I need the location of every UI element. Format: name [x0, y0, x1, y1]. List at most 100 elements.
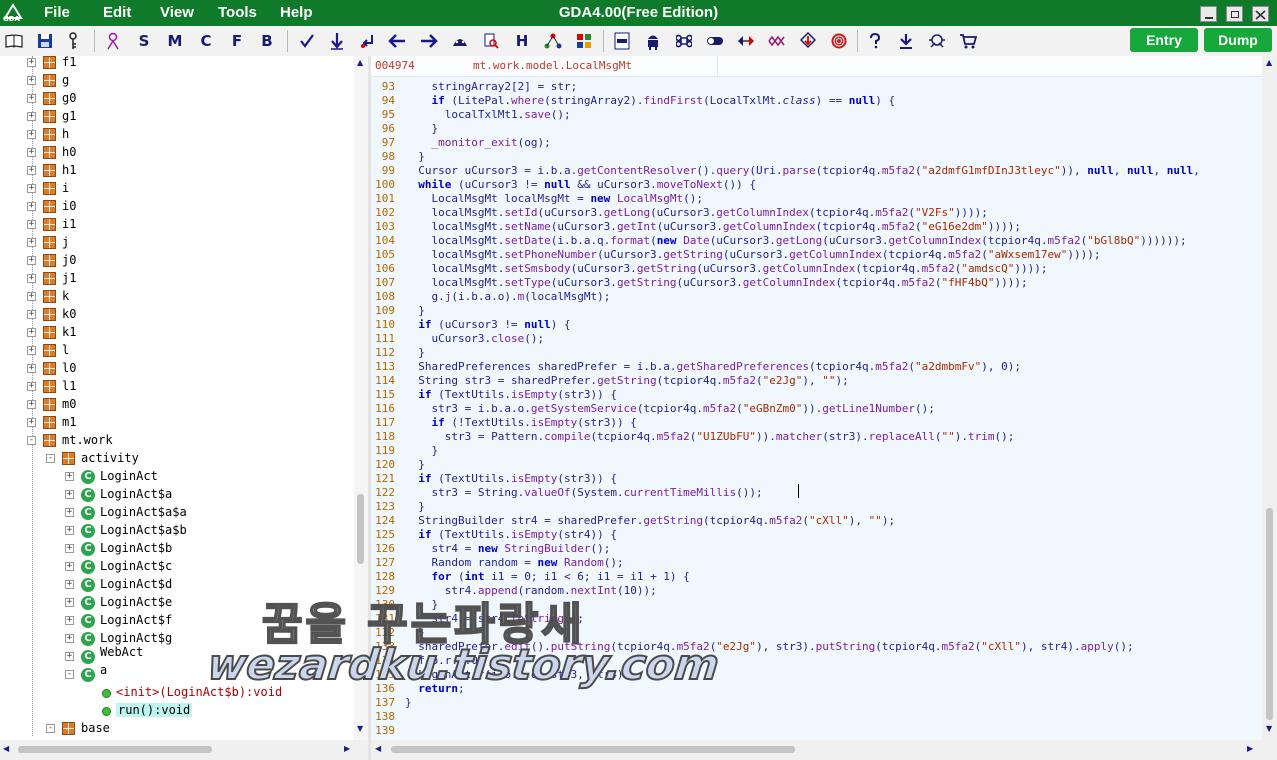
tree-item-package[interactable]: + k: [0, 288, 354, 306]
tree-item-class[interactable]: + C LoginAct$c: [0, 558, 354, 576]
expand-icon[interactable]: +: [65, 526, 74, 535]
F-button[interactable]: F: [226, 30, 248, 52]
tree-item-package[interactable]: + i0: [0, 198, 354, 216]
tree-item-class[interactable]: + C LoginAct$a$a: [0, 504, 354, 522]
expand-icon[interactable]: +: [27, 148, 36, 157]
expand-icon[interactable]: +: [65, 490, 74, 499]
jump-button[interactable]: [357, 30, 379, 52]
tree-item-package[interactable]: + g: [0, 72, 354, 90]
open-book-button[interactable]: [3, 30, 25, 52]
expand-icon[interactable]: +: [27, 418, 36, 427]
tree-item-mt-work[interactable]: - mt.work: [0, 432, 354, 450]
collapse-icon[interactable]: -: [46, 724, 55, 733]
help-button[interactable]: [864, 30, 886, 52]
expand-icon[interactable]: +: [65, 508, 74, 517]
save-button[interactable]: [34, 30, 56, 52]
dump-button[interactable]: Dump: [1204, 28, 1272, 52]
expand-icon[interactable]: +: [65, 598, 74, 607]
expand-icon[interactable]: +: [27, 94, 36, 103]
H-button[interactable]: H: [511, 30, 533, 52]
expand-icon[interactable]: +: [27, 130, 36, 139]
tree-item-package[interactable]: + l0: [0, 360, 354, 378]
strings-button[interactable]: [102, 30, 124, 52]
tree-item-activity[interactable]: - activity: [0, 450, 354, 468]
expand-icon[interactable]: +: [27, 202, 36, 211]
tree-item-package[interactable]: + h: [0, 126, 354, 144]
checkmark-button[interactable]: [296, 30, 318, 52]
forward-button[interactable]: [418, 30, 440, 52]
scroll-up-icon[interactable]: ▲: [1266, 58, 1272, 67]
code-vscrollbar[interactable]: ▲ ▼: [1262, 56, 1277, 740]
expand-icon[interactable]: +: [27, 256, 36, 265]
tree-item-package[interactable]: + k1: [0, 324, 354, 342]
tree-item-method-run[interactable]: run():void: [0, 702, 354, 720]
scroll-left-icon[interactable]: ◀: [375, 744, 381, 753]
tree-item-base[interactable]: - base: [0, 720, 354, 738]
xref-down-button[interactable]: [326, 30, 348, 52]
download-button[interactable]: [895, 30, 917, 52]
tree-item-class[interactable]: + C LoginAct$a$b: [0, 522, 354, 540]
xml-button[interactable]: [611, 30, 633, 52]
search-button[interactable]: [480, 30, 502, 52]
decrypt-button[interactable]: [797, 30, 819, 52]
expand-icon[interactable]: +: [27, 382, 36, 391]
tree-hscrollbar[interactable]: ◀ ▶: [0, 740, 368, 760]
expand-icon[interactable]: +: [65, 580, 74, 589]
expand-icon[interactable]: +: [27, 238, 36, 247]
convert-button[interactable]: [735, 30, 757, 52]
expand-icon[interactable]: +: [27, 310, 36, 319]
tree-item-package[interactable]: + g1: [0, 108, 354, 126]
tree-item-package[interactable]: + h0: [0, 144, 354, 162]
scroll-right-icon[interactable]: ▶: [344, 744, 350, 753]
expand-icon[interactable]: +: [27, 184, 36, 193]
expand-icon[interactable]: +: [27, 364, 36, 373]
expand-icon[interactable]: +: [27, 400, 36, 409]
code-scroll-thumb[interactable]: [1266, 508, 1273, 720]
expand-icon[interactable]: +: [65, 616, 74, 625]
tree-item-class[interactable]: + C LoginAct$a: [0, 486, 354, 504]
key-button[interactable]: [62, 30, 84, 52]
expand-icon[interactable]: +: [65, 652, 74, 661]
tree-item-package[interactable]: + j: [0, 234, 354, 252]
tree-item-package[interactable]: + m1: [0, 414, 354, 432]
android-manifest-button[interactable]: [449, 30, 471, 52]
code-hscrollbar[interactable]: ◀ ▶: [371, 740, 1277, 760]
tree-hscroll-thumb[interactable]: [18, 746, 212, 753]
C-button[interactable]: C: [195, 30, 217, 52]
menu-tools[interactable]: Tools: [218, 4, 257, 21]
scroll-right-icon[interactable]: ▶: [1247, 744, 1253, 753]
color-grid-button[interactable]: [573, 30, 595, 52]
expand-icon[interactable]: +: [27, 76, 36, 85]
collapse-icon[interactable]: -: [46, 454, 55, 463]
tree-item-package[interactable]: + j1: [0, 270, 354, 288]
tree-item-package[interactable]: + l: [0, 342, 354, 360]
code-hscroll-thumb[interactable]: [391, 746, 795, 753]
expand-icon[interactable]: +: [65, 634, 74, 643]
tree-item-package[interactable]: + i: [0, 180, 354, 198]
expand-icon[interactable]: +: [27, 328, 36, 337]
close-button[interactable]: [1252, 6, 1269, 22]
expand-icon[interactable]: +: [27, 58, 36, 67]
B-button[interactable]: B: [256, 30, 278, 52]
expand-icon[interactable]: +: [27, 292, 36, 301]
tree-item-class[interactable]: + C LoginAct: [0, 468, 354, 486]
tree-item-package[interactable]: + i1: [0, 216, 354, 234]
expand-icon[interactable]: +: [27, 346, 36, 355]
minimize-button[interactable]: [1200, 6, 1217, 22]
expand-icon[interactable]: +: [65, 562, 74, 571]
entry-button[interactable]: Entry: [1130, 28, 1198, 52]
dna-button[interactable]: [766, 30, 788, 52]
tree-item-package[interactable]: + j0: [0, 252, 354, 270]
menu-edit[interactable]: Edit: [103, 4, 131, 21]
expand-icon[interactable]: +: [27, 112, 36, 121]
tree-item-class[interactable]: + C LoginAct$b: [0, 540, 354, 558]
scroll-up-icon[interactable]: ▲: [357, 58, 363, 67]
menu-view[interactable]: View: [160, 4, 194, 21]
tree-item-package[interactable]: + f1: [0, 56, 354, 72]
scroll-down-icon[interactable]: ▼: [1266, 724, 1272, 733]
M-button[interactable]: M: [164, 30, 186, 52]
expand-icon[interactable]: +: [65, 544, 74, 553]
expand-icon[interactable]: +: [27, 166, 36, 175]
menu-file[interactable]: File: [44, 4, 70, 21]
toggle-button[interactable]: [704, 30, 726, 52]
